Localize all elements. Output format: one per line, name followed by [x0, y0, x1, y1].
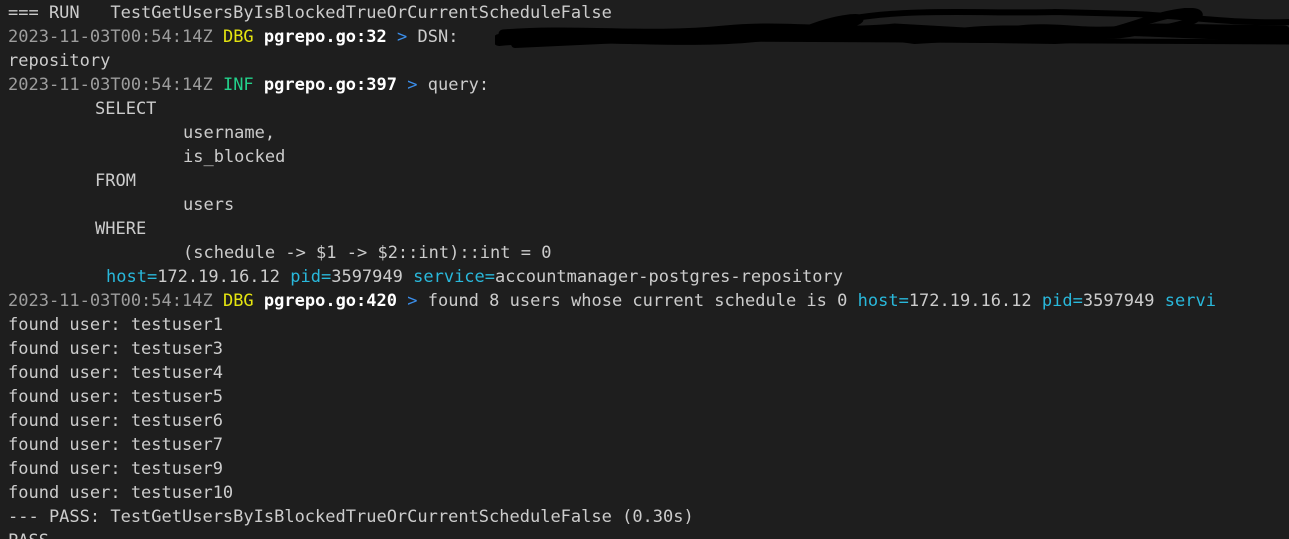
run-line: === RUN TestGetUsersByIsBlockedTrueOrCur…	[8, 3, 612, 23]
sql-column-is-blocked: is_blocked	[183, 147, 286, 167]
sql-where: WHERE	[95, 219, 147, 239]
log-source: pgrepo.go:32	[263, 27, 387, 47]
field-key-host: host=	[106, 267, 158, 287]
field-key-host: host=	[857, 291, 909, 311]
log-timestamp: 2023-11-03T00:54:14Z	[8, 27, 213, 47]
sql-from: FROM	[95, 171, 136, 191]
field-value-host: 172.19.16.12	[908, 291, 1032, 311]
log-timestamp: 2023-11-03T00:54:14Z	[8, 75, 213, 95]
final-pass-line: PASS	[8, 529, 1289, 539]
field-value-service: accountmanager-postgres-repository	[495, 267, 844, 287]
field-value-host: 172.19.16.12	[157, 267, 281, 287]
log-timestamp: 2023-11-03T00:54:14Z	[8, 291, 213, 311]
terminal-output[interactable]: === RUN TestGetUsersByIsBlockedTrueOrCur…	[0, 0, 1289, 539]
sql-column-username: username,	[183, 123, 276, 143]
log-level: DBG	[222, 27, 254, 47]
field-key-pid: pid=	[290, 267, 332, 287]
field-value-pid: 3597949	[1082, 291, 1155, 311]
field-value-pid: 3597949	[331, 267, 403, 287]
field-key-pid: pid=	[1041, 291, 1083, 311]
sql-table: users	[183, 195, 235, 215]
log-arrow: >	[407, 75, 418, 95]
log-message: query:	[427, 75, 490, 95]
log-line-dsn: 2023-11-03T00:54:14Z DBG pgrepo.go:32 > …	[8, 25, 1289, 49]
found-user-line: found user: testuser6	[8, 411, 223, 431]
log-level: DBG	[222, 291, 254, 311]
sql-select: SELECT	[95, 99, 157, 119]
sql-condition: (schedule -> $1 -> $2::int)::int = 0	[183, 243, 552, 263]
log-source: pgrepo.go:397	[263, 75, 397, 95]
pass-line: --- PASS: TestGetUsersByIsBlockedTrueOrC…	[8, 507, 694, 527]
field-key-service: service=	[413, 267, 496, 287]
log-line-query: 2023-11-03T00:54:14Z INF pgrepo.go:397 >…	[8, 73, 1289, 97]
log-arrow: >	[407, 291, 418, 311]
found-user-line: found user: testuser10	[8, 483, 234, 503]
log-source: pgrepo.go:420	[263, 291, 397, 311]
log-message: DSN:	[417, 27, 459, 47]
found-user-line: found user: testuser9	[8, 459, 223, 479]
log-message: found 8 users whose current schedule is …	[427, 291, 848, 311]
found-user-line: found user: testuser7	[8, 435, 223, 455]
log-continuation: repository	[8, 51, 111, 71]
found-user-line: found user: testuser4	[8, 363, 223, 383]
log-level: INF	[222, 75, 254, 95]
found-user-line: found user: testuser1	[8, 315, 223, 335]
log-arrow: >	[397, 27, 408, 47]
found-user-line: found user: testuser3	[8, 339, 223, 359]
field-key-service: servi	[1164, 291, 1216, 311]
log-line-found-count: 2023-11-03T00:54:14Z DBG pgrepo.go:420 >…	[8, 289, 1289, 313]
found-user-line: found user: testuser5	[8, 387, 223, 407]
log-fields: host=172.19.16.12 pid=3597949 service=ac…	[8, 265, 1289, 289]
